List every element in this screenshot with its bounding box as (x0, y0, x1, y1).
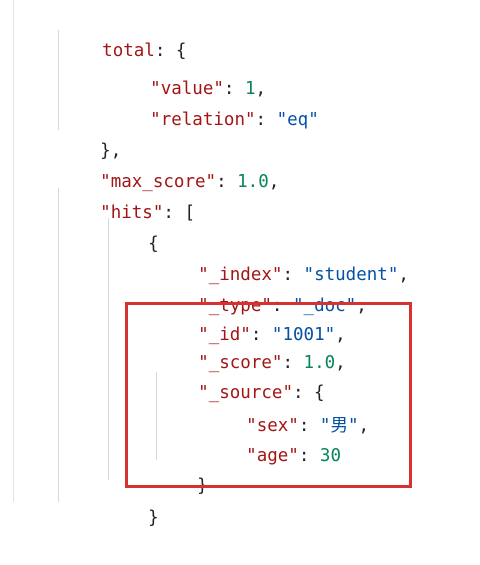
json-punct: } (148, 508, 159, 528)
highlight-annotation-box (125, 302, 412, 488)
code-line-total: total: { (60, 5, 186, 61)
json-number: 1.0 (237, 172, 269, 192)
json-string: "eq" (276, 110, 319, 130)
code-line-max-score: "max_score": 1.0, (100, 172, 280, 192)
editor-gutter-border (13, 0, 14, 502)
code-line-relation: "relation": "eq" (150, 110, 319, 130)
code-line-close-total: }, (58, 105, 121, 161)
json-code-view: total: { "value": 1, "relation": "eq" },… (0, 0, 480, 528)
code-line-hits: "hits": [ (58, 167, 195, 223)
json-punct: : [ (163, 203, 195, 223)
code-line-hit-open: { (106, 198, 159, 254)
json-key: "relation" (150, 110, 256, 130)
code-line-index: "_index": "student", (198, 265, 409, 285)
code-line-value: "value": 1, (150, 79, 267, 99)
code-line-type: "_type": "_doc", (198, 296, 367, 316)
